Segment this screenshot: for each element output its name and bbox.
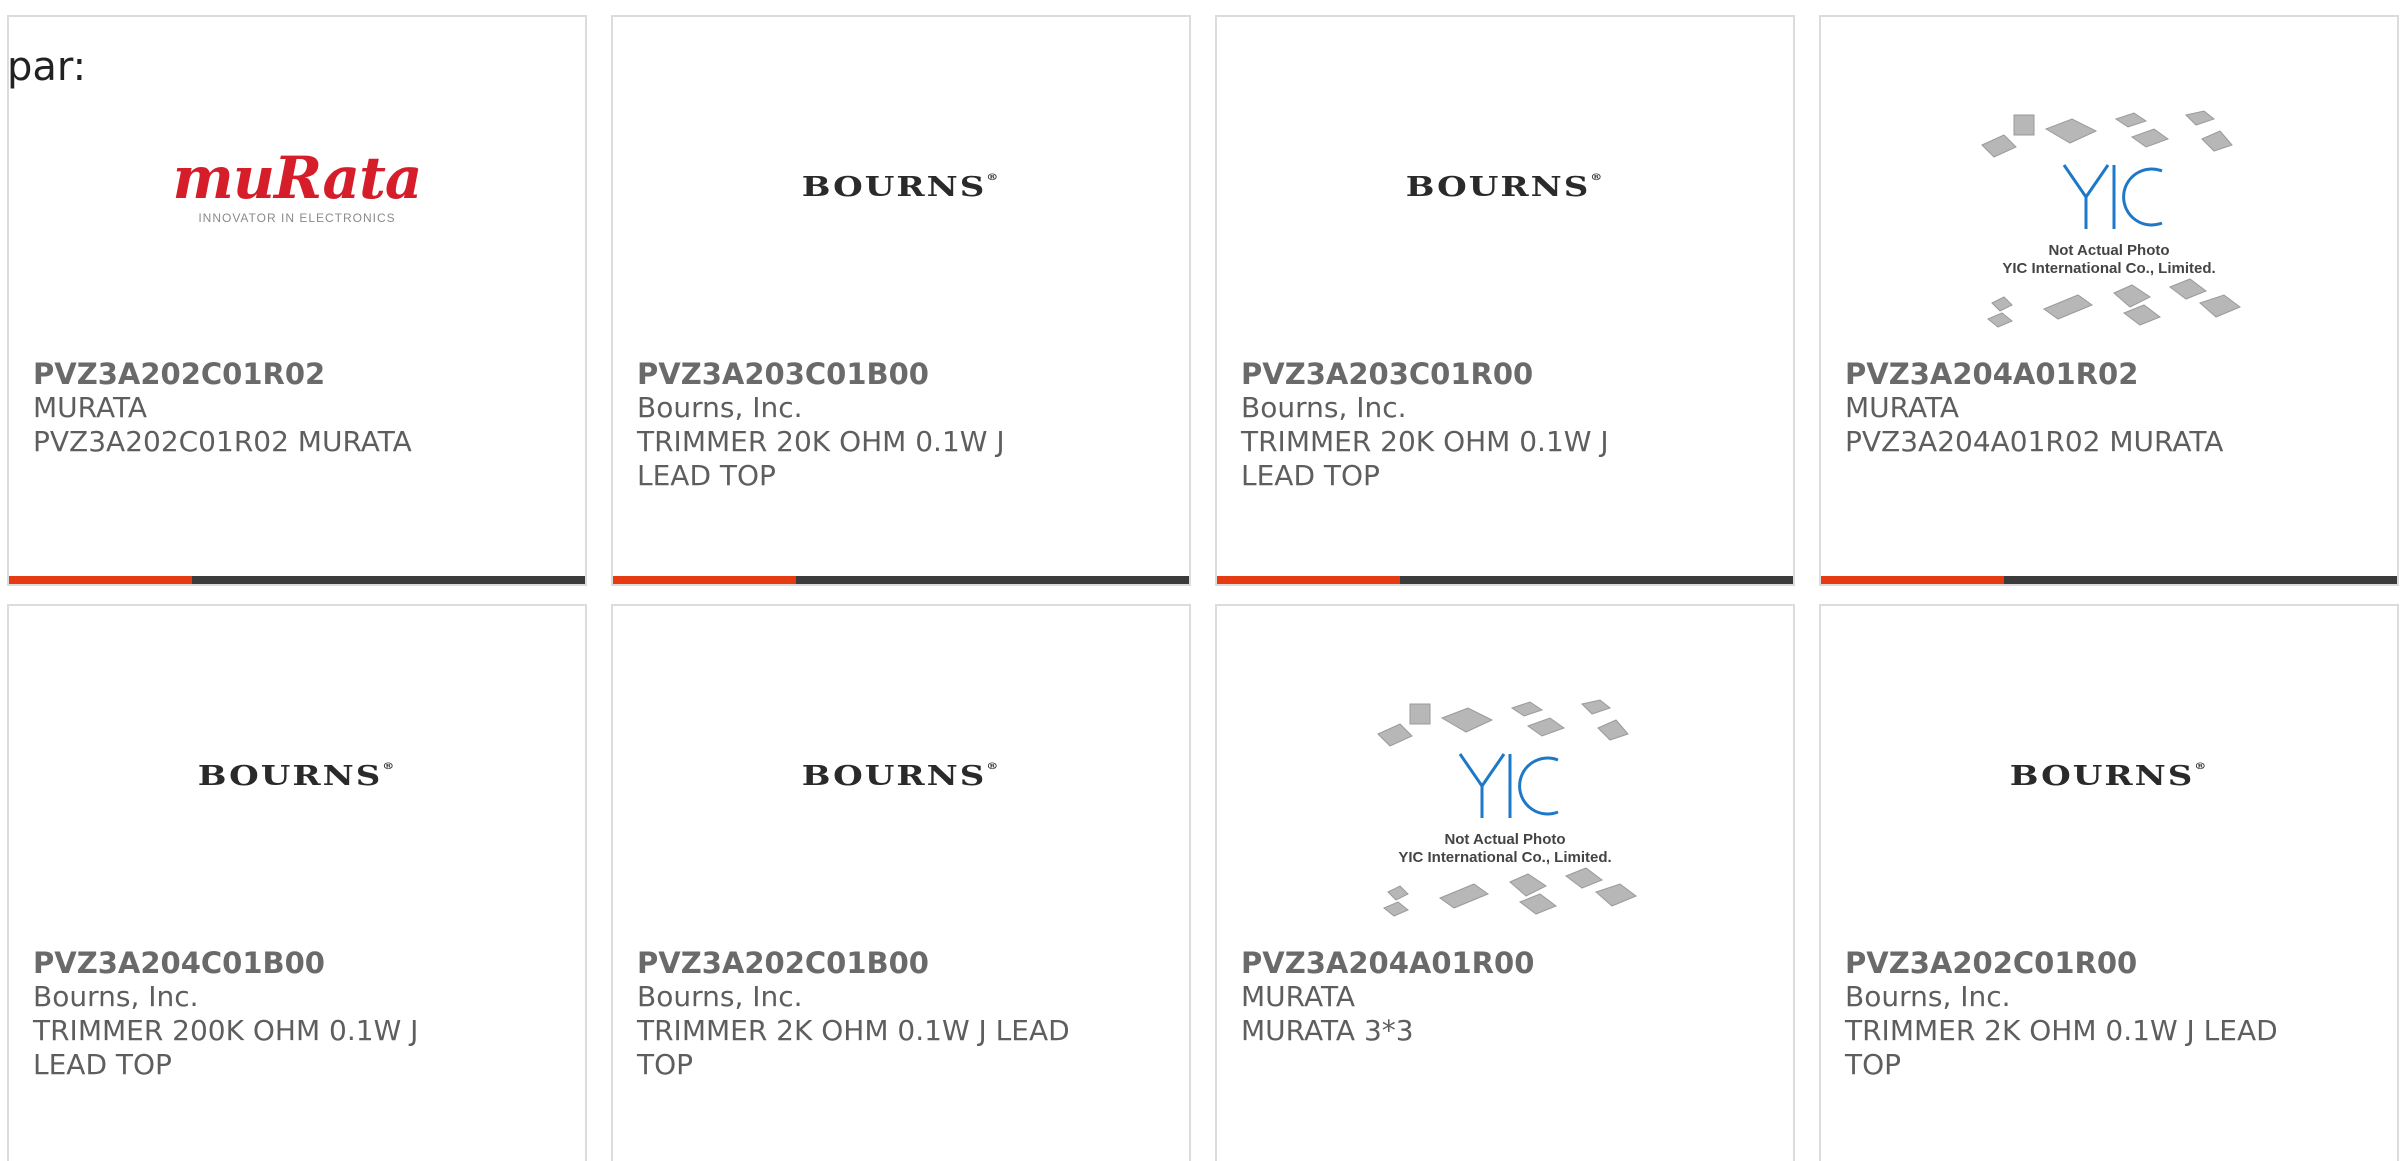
part-number-link[interactable]: PVZ3A203C01R00 [1241, 357, 1691, 391]
part-number-link[interactable]: PVZ3A202C01R02 [33, 357, 483, 391]
manufacturer: MURATA [33, 391, 148, 424]
card-footer-accent [9, 576, 192, 584]
yic-caption-line1: Not Actual Photo [2048, 242, 2169, 259]
card-footer-accent [613, 576, 796, 584]
product-image[interactable]: Not Actual Photo YIC International Co., … [1217, 686, 1793, 946]
part-number-link[interactable]: PVZ3A204A01R02 [1845, 357, 2295, 391]
manufacturer: Bourns, Inc. [33, 980, 199, 1013]
bourns-logo: BOURNS® [197, 760, 397, 792]
description: PVZ3A202C01R02 MURATA [33, 425, 412, 458]
yic-caption-line1: Not Actual Photo [1444, 831, 1565, 848]
product-image[interactable]: BOURNS® [613, 686, 1189, 866]
bourns-logo: BOURNS® [1405, 171, 1605, 203]
manufacturer: Bourns, Inc. [1845, 980, 2011, 1013]
manufacturer: Bourns, Inc. [1241, 391, 1407, 424]
manufacturer: MURATA [1845, 391, 1960, 424]
product-card[interactable]: BOURNS® PVZ3A202C01R00 Bourns, Inc. TRIM… [1819, 604, 2399, 1161]
yic-caption-line2: YIC International Co., Limited. [1398, 849, 1611, 866]
product-image[interactable]: BOURNS® [9, 686, 585, 866]
manufacturer: Bourns, Inc. [637, 980, 803, 1013]
part-number-link[interactable]: PVZ3A204A01R00 [1241, 946, 1691, 980]
description: TRIMMER 2K OHM 0.1W J LEAD TOP [637, 1014, 1070, 1081]
card-footer-bar [9, 576, 585, 584]
product-card[interactable]: Not Actual Photo YIC International Co., … [1819, 15, 2399, 586]
product-image[interactable]: muRata INNOVATOR IN ELECTRONICS [9, 97, 585, 277]
product-card[interactable]: BOURNS® PVZ3A203C01R00 Bourns, Inc. TRIM… [1215, 15, 1795, 586]
product-card[interactable]: muRata INNOVATOR IN ELECTRONICS PVZ3A202… [7, 15, 587, 586]
part-number-link[interactable]: PVZ3A204C01B00 [33, 946, 483, 980]
product-image[interactable]: BOURNS® [613, 97, 1189, 277]
bourns-logo: BOURNS® [2009, 760, 2209, 792]
part-number-link[interactable]: PVZ3A202C01B00 [637, 946, 1087, 980]
product-image[interactable]: BOURNS® [1821, 686, 2397, 866]
card-footer-bar [1821, 576, 2397, 584]
product-image[interactable]: BOURNS® [1217, 97, 1793, 277]
card-footer-bar [613, 576, 1189, 584]
yic-placeholder-icon: Not Actual Photo YIC International Co., … [1981, 110, 2241, 328]
bourns-logo: BOURNS® [801, 171, 1001, 203]
card-footer-bar [1217, 576, 1793, 584]
description: TRIMMER 20K OHM 0.1W J LEAD TOP [1241, 425, 1609, 492]
description: TRIMMER 20K OHM 0.1W J LEAD TOP [637, 425, 1005, 492]
description: PVZ3A204A01R02 MURATA [1845, 425, 2224, 458]
product-image[interactable]: Not Actual Photo YIC International Co., … [1821, 97, 2397, 357]
manufacturer: Bourns, Inc. [637, 391, 803, 424]
product-card[interactable]: Not Actual Photo YIC International Co., … [1215, 604, 1795, 1161]
card-footer-accent [1217, 576, 1400, 584]
yic-caption-line2: YIC International Co., Limited. [2002, 260, 2215, 277]
part-number-link[interactable]: PVZ3A203C01B00 [637, 357, 1087, 391]
description: TRIMMER 2K OHM 0.1W J LEAD TOP [1845, 1014, 2278, 1081]
yic-placeholder-icon: Not Actual Photo YIC International Co., … [1377, 699, 1637, 917]
manufacturer: MURATA [1241, 980, 1356, 1013]
par-label: par: [7, 44, 87, 90]
description: MURATA 3*3 [1241, 1014, 1414, 1047]
description: TRIMMER 200K OHM 0.1W J LEAD TOP [33, 1014, 419, 1081]
part-number-link[interactable]: PVZ3A202C01R00 [1845, 946, 2295, 980]
murata-logo: muRata INNOVATOR IN ELECTRONICS [172, 144, 422, 225]
card-footer-accent [1821, 576, 2004, 584]
product-card[interactable]: BOURNS® PVZ3A203C01B00 Bourns, Inc. TRIM… [611, 15, 1191, 586]
product-card[interactable]: BOURNS® PVZ3A202C01B00 Bourns, Inc. TRIM… [611, 604, 1191, 1161]
product-card[interactable]: BOURNS® PVZ3A204C01B00 Bourns, Inc. TRIM… [7, 604, 587, 1161]
bourns-logo: BOURNS® [801, 760, 1001, 792]
product-grid: muRata INNOVATOR IN ELECTRONICS PVZ3A202… [7, 15, 2399, 1161]
product-grid-page: par: muRata INNOVATOR IN ELECTRONICS PVZ… [0, 0, 2400, 1161]
